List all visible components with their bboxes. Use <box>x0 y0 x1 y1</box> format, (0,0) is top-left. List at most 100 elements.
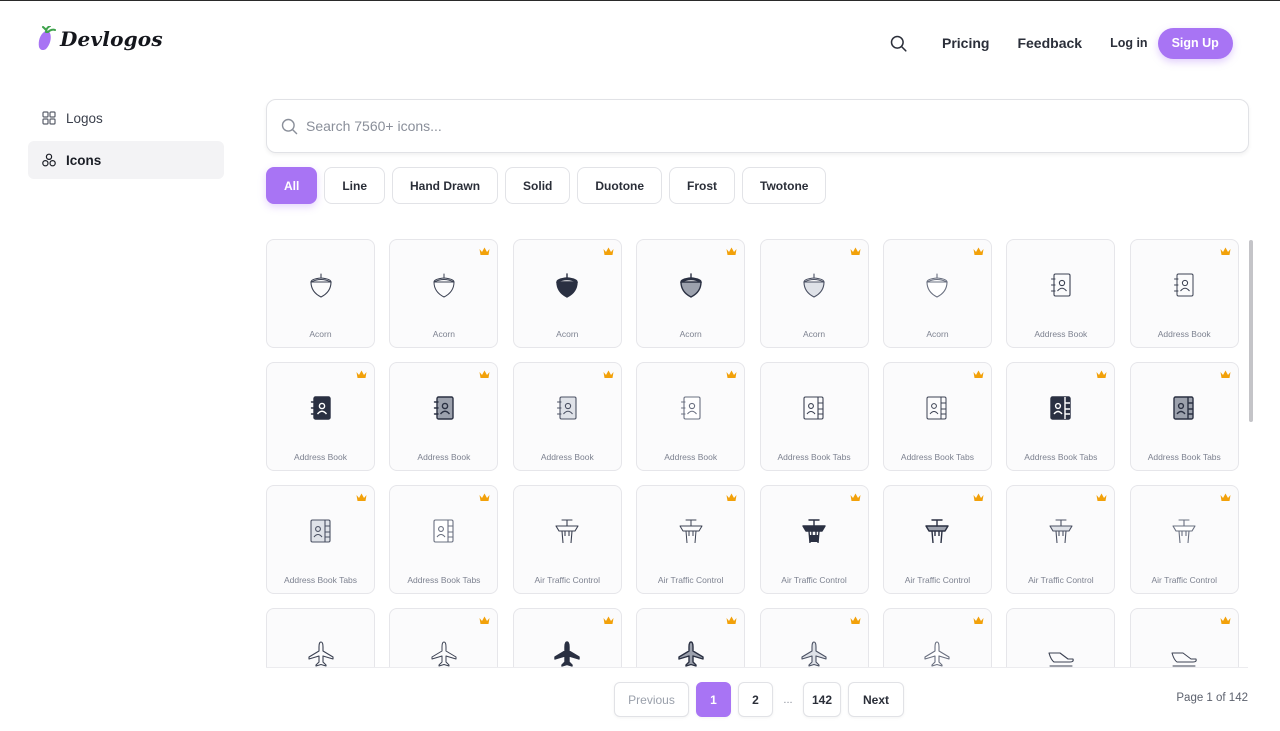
icon-card-label: Address Book <box>294 452 347 462</box>
icon-card-label: Acorn <box>802 329 826 339</box>
booktabs-icon <box>433 519 454 543</box>
icon-card[interactable]: Address Book Tabs <box>1129 362 1239 471</box>
page-info: Page 1 of 142 <box>1176 692 1248 704</box>
icon-card[interactable]: Air Traffic Control <box>882 485 992 594</box>
premium-crown-icon <box>1220 616 1231 624</box>
filter-frost[interactable]: Frost <box>669 167 736 204</box>
icon-card-label: Acorn <box>309 329 332 339</box>
landing-icon <box>1171 652 1197 667</box>
premium-crown-icon <box>479 247 490 255</box>
icon-card[interactable]: Air Traffic Control <box>1006 485 1116 594</box>
icon-card-label: Acorn <box>432 329 455 339</box>
icon-card[interactable]: Address Book <box>1129 239 1239 348</box>
premium-crown-icon <box>973 247 984 255</box>
pagination-ellipsis: ... <box>783 693 793 706</box>
icon-card-label: Address Book <box>417 452 471 462</box>
search-icon <box>281 118 298 134</box>
icon-grid-viewport: Acorn Acorn Acorn Acorn Acorn Acorn Addre… <box>266 239 1248 667</box>
icon-card-label: Address Book Tabs <box>777 452 851 462</box>
header-search-button[interactable] <box>880 28 916 58</box>
icon-card[interactable]: Acorn <box>759 239 869 348</box>
icon-card[interactable] <box>636 608 746 667</box>
icon-card[interactable]: Address Book Tabs <box>389 485 499 594</box>
next-page-button[interactable]: Next <box>848 682 905 717</box>
acorn-icon <box>926 273 949 298</box>
premium-crown-icon <box>479 616 490 624</box>
plane-icon <box>677 641 704 667</box>
icon-card-label: Air Traffic Control <box>1151 575 1217 585</box>
premium-crown-icon <box>603 616 614 624</box>
icon-card[interactable]: Acorn <box>266 239 375 348</box>
icon-card[interactable]: Address Book Tabs <box>1006 362 1116 471</box>
icon-card[interactable]: Acorn <box>512 239 622 348</box>
icon-card-label: Address Book Tabs <box>1024 452 1098 462</box>
acorn-icon <box>309 273 332 298</box>
sidebar-item-logos[interactable]: Logos <box>28 99 224 137</box>
filter-all[interactable]: All <box>266 167 318 204</box>
icon-card[interactable]: Acorn <box>389 239 499 348</box>
icon-card[interactable] <box>1006 608 1116 667</box>
filter-hand-drawn[interactable]: Hand Drawn <box>392 167 499 204</box>
brand-logo[interactable]: Devlogos <box>38 26 163 52</box>
page-button-last[interactable]: 142 <box>803 682 842 717</box>
page-button-1[interactable]: 1 <box>696 682 731 717</box>
icon-card[interactable]: Address Book <box>1006 239 1116 348</box>
icon-card-label: Address Book <box>1034 329 1088 339</box>
icon-card[interactable]: Address Book <box>266 362 375 471</box>
icon-card[interactable]: Acorn <box>882 239 992 348</box>
feedback-link[interactable]: Feedback <box>1017 35 1082 51</box>
pagination: Previous 1 2 ... 142 Next <box>614 682 905 717</box>
icon-card[interactable]: Address Book <box>512 362 622 471</box>
icon-card[interactable]: Acorn <box>636 239 746 348</box>
previous-page-button[interactable]: Previous <box>614 682 689 717</box>
icon-card-label: Air Traffic Control <box>1028 575 1094 585</box>
sidebar-item-label: Icons <box>66 152 102 168</box>
icon-card[interactable] <box>759 608 869 667</box>
filter-twotone[interactable]: Twotone <box>742 167 827 204</box>
icon-card[interactable]: Air Traffic Control <box>1129 485 1239 594</box>
window-top-border <box>0 0 1280 1</box>
icon-card[interactable]: Address Book Tabs <box>882 362 992 471</box>
book-icon <box>1174 273 1194 297</box>
login-link[interactable]: Log in <box>1110 36 1148 50</box>
icon-card[interactable]: Address Book Tabs <box>266 485 375 594</box>
icon-card[interactable] <box>512 608 622 667</box>
sidebar-item-icons[interactable]: Icons <box>28 141 224 179</box>
icon-card[interactable]: Address Book <box>636 362 746 471</box>
filter-line[interactable]: Line <box>324 167 386 204</box>
page-button-2[interactable]: 2 <box>738 682 773 717</box>
tower-icon <box>1049 519 1073 544</box>
premium-crown-icon <box>1096 493 1107 501</box>
booktabs-icon <box>803 396 824 420</box>
booktabs-icon <box>926 396 947 420</box>
icon-card[interactable]: Air Traffic Control <box>512 485 622 594</box>
shapes-icon <box>42 153 56 167</box>
icon-card[interactable] <box>882 608 992 667</box>
pricing-link[interactable]: Pricing <box>942 35 989 51</box>
tower-icon <box>679 519 703 544</box>
icon-card[interactable]: Address Book <box>389 362 499 471</box>
premium-crown-icon <box>603 370 614 378</box>
icon-card-label: Air Traffic Control <box>781 575 847 585</box>
icon-card[interactable] <box>266 608 375 667</box>
icon-card[interactable]: Air Traffic Control <box>636 485 746 594</box>
filter-solid[interactable]: Solid <box>505 167 571 204</box>
search-icon <box>890 35 907 52</box>
grid-scrollbar[interactable] <box>1249 240 1253 422</box>
icon-card[interactable]: Address Book Tabs <box>759 362 869 471</box>
premium-crown-icon <box>973 493 984 501</box>
grid-icon <box>42 111 56 125</box>
icon-card[interactable] <box>389 608 499 667</box>
search-input[interactable] <box>306 118 1206 134</box>
filter-duotone[interactable]: Duotone <box>577 167 663 204</box>
signup-button[interactable]: Sign Up <box>1157 27 1233 59</box>
icon-card[interactable]: Air Traffic Control <box>759 485 869 594</box>
icon-search-bar[interactable] <box>266 99 1249 153</box>
book-icon <box>680 396 701 420</box>
premium-crown-icon <box>479 493 490 501</box>
acorn-icon <box>803 273 825 298</box>
icon-card[interactable] <box>1129 608 1239 667</box>
icon-card-label: Address Book Tabs <box>283 575 358 585</box>
plane-icon <box>924 641 951 667</box>
landing-icon <box>1048 652 1074 667</box>
